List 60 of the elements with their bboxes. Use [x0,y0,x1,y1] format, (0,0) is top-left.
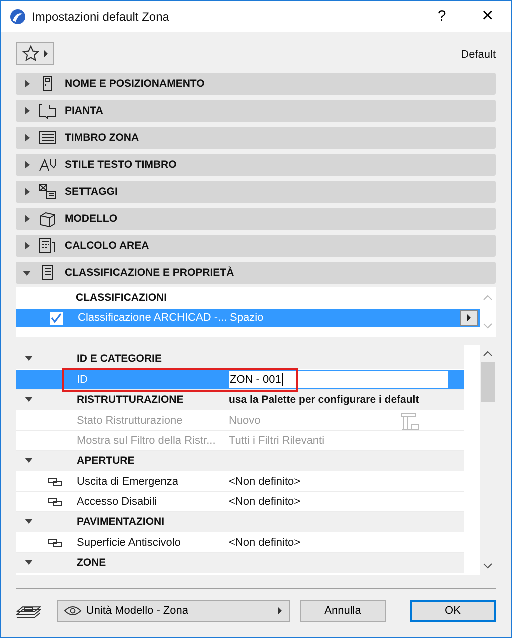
checkbox[interactable] [50,312,62,324]
disclosure-icon [23,161,31,169]
collapse-icon[interactable] [25,356,33,362]
view-dropdown[interactable]: Unità Modello - Zona [57,600,290,622]
panel-icon [39,103,57,119]
panel-header[interactable]: PIANTA [16,100,496,122]
panel-header[interactable]: CALCOLO AREA [16,235,496,257]
favorites-button[interactable] [16,42,54,65]
scroll-thumb[interactable] [481,362,495,402]
close-button[interactable]: × [465,1,511,32]
scroll-down-icon[interactable] [483,563,493,569]
group-heading: ID E CATEGORIE [77,353,163,365]
panel-icon [39,238,57,254]
property-row[interactable]: ID ZON - 001 [16,370,464,390]
link-icon [48,538,62,546]
ok-button[interactable]: OK [410,600,496,622]
collapse-icon[interactable] [25,397,33,403]
collapse-icon[interactable] [25,519,33,525]
app-logo-icon [10,8,26,24]
cancel-button[interactable]: Annulla [300,600,386,622]
preset-label: Default [461,49,496,61]
panel-icon [39,184,57,200]
panel-icon [39,211,57,227]
section-heading: CLASSIFICAZIONI [76,292,167,304]
panel-header[interactable]: MODELLO [16,208,496,230]
eye-icon [64,606,82,616]
value-input[interactable]: ZON - 001 [229,371,448,388]
star-icon [22,44,40,62]
link-icon [48,498,62,506]
group-heading: PAVIMENTAZIONI [77,516,166,528]
collapse-icon[interactable] [25,458,33,464]
panel-header[interactable]: CLASSIFICAZIONE E PROPRIETÀ [16,262,496,284]
scroll-up-icon[interactable] [483,351,493,357]
collapse-icon[interactable] [25,560,33,566]
caret-icon [466,314,472,322]
disclosure-icon [23,242,31,250]
window-title: Impostazioni default Zona [32,10,170,24]
caret-icon [42,50,48,58]
disclosure-icon [23,80,31,88]
disclosure-icon [23,215,31,223]
expand-button[interactable] [460,310,478,326]
help-button[interactable]: ? [419,1,465,32]
caret-icon [277,607,284,615]
panel-icon [39,130,57,146]
panel-header[interactable]: SETTAGGI [16,181,496,203]
group-heading: ZONE [77,557,108,569]
disclosure-icon [23,107,31,115]
panel-header[interactable]: NOME E POSIZIONAMENTO [16,73,496,95]
link-icon [48,478,62,486]
disclosure-icon [23,188,31,196]
panel-header[interactable]: STILE TESTO TIMBRO [16,154,496,176]
panel-icon [39,157,57,173]
panel-header[interactable]: TIMBRO ZONA [16,127,496,149]
disclosure-icon [23,269,31,277]
group-heading: APERTURE [77,455,136,467]
group-note: usa la Palette per configurare i default [229,394,420,406]
disclosure-icon [23,134,31,142]
group-heading: RISTRUTTURAZIONE [77,394,185,406]
crane-icon [400,413,420,431]
property-row[interactable]: Uscita di Emergenza <Non definito> [16,472,464,492]
